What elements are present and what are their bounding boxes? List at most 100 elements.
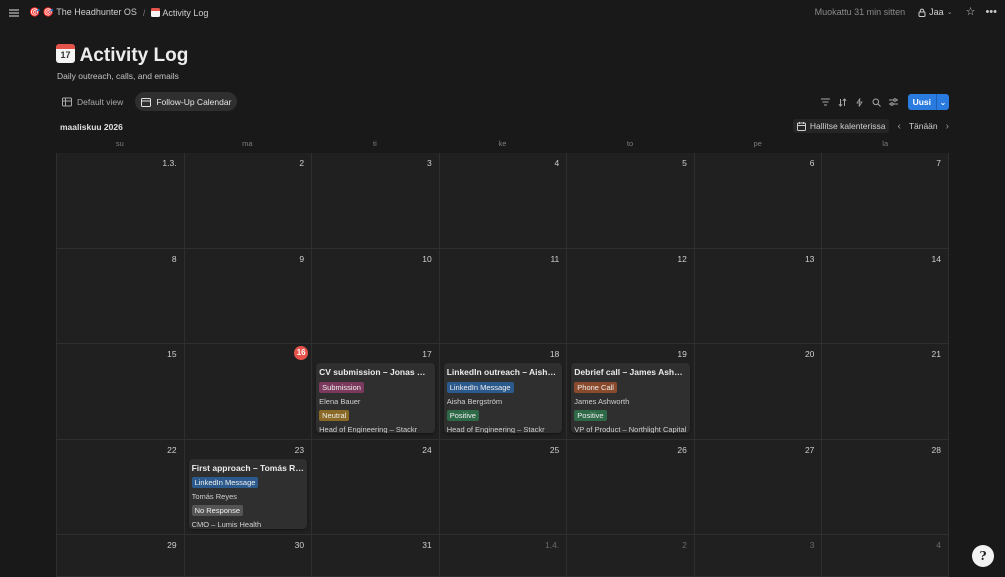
workspace-crumb[interactable]: 🎯 🎯 The Headhunter OS xyxy=(29,7,137,18)
activity-card[interactable]: LinkedIn outreach – Aisha Bergström Linke… xyxy=(443,363,563,434)
calendar-day-cell[interactable]: 28 xyxy=(821,439,949,535)
calendar-day-cell[interactable]: 26 xyxy=(566,439,694,535)
activity-title: Debrief call – James Ashworth xyxy=(574,367,687,377)
day-number: 22 xyxy=(167,444,177,455)
breadcrumb-separator: / xyxy=(142,7,146,18)
calendar-day-cell[interactable]: 30 xyxy=(183,535,312,577)
day-number: 4 xyxy=(554,158,560,168)
activity-card[interactable]: First approach – Tomás Reyes LinkedIn Mes… xyxy=(188,458,308,529)
dart-icon: 🎯 xyxy=(29,7,41,17)
role-company: Head of Engineering – Stackr xyxy=(446,424,545,434)
activity-type-tag: Submission xyxy=(319,381,364,393)
day-number: 4 xyxy=(936,540,941,550)
contact-name-row: Aisha Bergström xyxy=(447,394,560,408)
chevron-left-icon[interactable]: ‹ xyxy=(897,121,900,132)
calendar-day-cell[interactable]: 27 xyxy=(693,439,822,535)
day-number: 19 xyxy=(677,349,687,359)
filter-icon[interactable] xyxy=(820,98,830,107)
sort-icon[interactable] xyxy=(838,97,847,107)
day-number: 28 xyxy=(931,444,941,455)
contact-name: Elena Bauer xyxy=(319,396,361,406)
calendar-day-cell[interactable]: 4 xyxy=(438,153,567,249)
calendar-day-cell[interactable]: 15 xyxy=(56,344,184,440)
calendar-day-cell[interactable]: 8 xyxy=(56,248,184,344)
search-icon[interactable] xyxy=(872,98,881,107)
day-number: 31 xyxy=(422,540,432,550)
calendar-icon xyxy=(796,121,806,131)
calendar-day-cell[interactable]: 5 xyxy=(566,153,694,249)
calendar-day-cell[interactable]: 24 xyxy=(311,439,439,535)
day-number: 3 xyxy=(809,540,815,550)
top-bar: 🎯 🎯 The Headhunter OS / Activity Log Muo… xyxy=(0,0,1005,26)
calendar-day-cell[interactable]: 17 CV submission – Jonas Weber Submission E… xyxy=(311,344,439,440)
manage-in-calendar-button[interactable]: Hallitse kalenterissa xyxy=(792,119,890,133)
day-number: 25 xyxy=(549,444,560,455)
calendar-day-cell[interactable]: 1.4. xyxy=(438,535,567,577)
calendar-day-cell[interactable]: 20 xyxy=(693,344,822,440)
role-company-row: CMO – Lumis Health xyxy=(192,518,305,529)
activity-title: LinkedIn outreach – Aisha Bergström xyxy=(446,367,560,377)
calendar-day-cell[interactable]: 21 xyxy=(821,344,949,440)
calendar-day-cell[interactable]: 14 xyxy=(821,248,949,344)
role-company: Head of Engineering – Stackr xyxy=(319,424,418,434)
day-number: 27 xyxy=(804,444,815,455)
new-button[interactable]: Uusi ⌄ xyxy=(907,94,949,110)
activity-card[interactable]: Debrief call – James Ashworth Phone Call J… xyxy=(571,363,690,433)
calendar-day-cell[interactable]: 6 xyxy=(693,153,822,249)
share-label: Jaa xyxy=(929,7,944,17)
day-number: 21 xyxy=(931,349,941,359)
star-icon[interactable]: ☆ xyxy=(966,6,976,18)
day-number: 18 xyxy=(549,349,560,359)
calendar-day-cell[interactable]: 29 xyxy=(56,535,184,577)
calendar-day-cell[interactable]: 10 xyxy=(311,248,439,344)
calendar-day-cell[interactable]: 23 First approach – Tomás Reyes LinkedIn M… xyxy=(183,439,312,535)
outcome-tag-row: Positive xyxy=(574,408,687,422)
contact-name: Tomás Reyes xyxy=(191,492,237,501)
activity-type-tag: Phone Call xyxy=(574,381,617,393)
calendar-day-cell[interactable]: 31 xyxy=(311,535,439,577)
tab-default-view[interactable]: Default view xyxy=(56,92,129,111)
calendar-day-cell[interactable]: 16 xyxy=(183,344,312,440)
chevron-down-icon[interactable]: ⌄ xyxy=(936,94,949,110)
automation-icon[interactable] xyxy=(855,97,864,107)
calendar-day-cell[interactable]: 7 xyxy=(821,153,949,249)
calendar-day-cell[interactable]: 13 xyxy=(693,248,822,344)
day-number: 26 xyxy=(677,444,687,455)
calendar-day-cell[interactable]: 3 xyxy=(311,153,439,249)
outcome-tag-row: Positive xyxy=(446,408,560,422)
help-button[interactable]: ? xyxy=(972,545,994,567)
activity-title: First approach – Tomás Reyes xyxy=(191,462,305,473)
calendar-day-cell[interactable]: 11 xyxy=(438,248,567,344)
menu-icon[interactable] xyxy=(8,7,20,19)
calendar-day-cell[interactable]: 2 xyxy=(183,153,312,249)
lock-icon xyxy=(918,8,926,17)
today-button[interactable]: Tänään xyxy=(909,121,938,131)
calendar-day-cell[interactable]: 1.3. xyxy=(56,153,184,249)
calendar-day-cell[interactable]: 12 xyxy=(566,248,694,344)
activity-card[interactable]: CV submission – Jonas Weber Submission Ele… xyxy=(316,363,435,433)
role-company-row: VP of Product – Northlight Capital xyxy=(574,422,687,434)
weekday-header: su ma ti ke to pe la xyxy=(56,139,949,154)
day-number: 12 xyxy=(677,253,687,264)
settings-sliders-icon[interactable] xyxy=(888,98,898,107)
calendar-day-cell[interactable]: 4 xyxy=(821,535,949,577)
calendar-day-cell[interactable]: 19 Debrief call – James Ashworth Phone Cal… xyxy=(566,344,694,440)
calendar-day-cell[interactable]: 18 LinkedIn outreach – Aisha BergströmLin… xyxy=(438,344,567,440)
calendar-day-cell[interactable]: 9 xyxy=(183,248,312,344)
workspace-name: The Headhunter OS xyxy=(56,7,137,17)
calendar-day-cell[interactable]: 22 xyxy=(56,439,184,535)
weekday-label: to xyxy=(626,139,634,148)
calendar-day-cell[interactable]: 25 xyxy=(438,439,567,535)
day-number: 9 xyxy=(299,253,305,264)
page-crumb[interactable]: Activity Log xyxy=(151,7,208,18)
tab-follow-up-calendar[interactable]: Follow-Up Calendar xyxy=(135,92,238,111)
tab-label: Default view xyxy=(77,96,124,107)
page-title: Activity Log xyxy=(56,44,188,67)
share-button[interactable]: Jaa ⌄ xyxy=(915,6,955,18)
last-edited: Muokattu 31 min sitten xyxy=(814,7,906,17)
chevron-right-icon[interactable]: › xyxy=(946,121,949,132)
calendar-day-cell[interactable]: 3 xyxy=(693,535,822,577)
calendar-day-cell[interactable]: 2 xyxy=(566,535,694,577)
more-icon[interactable]: ••• xyxy=(985,6,997,18)
breadcrumb: 🎯 🎯 The Headhunter OS / Activity Log xyxy=(29,7,208,18)
